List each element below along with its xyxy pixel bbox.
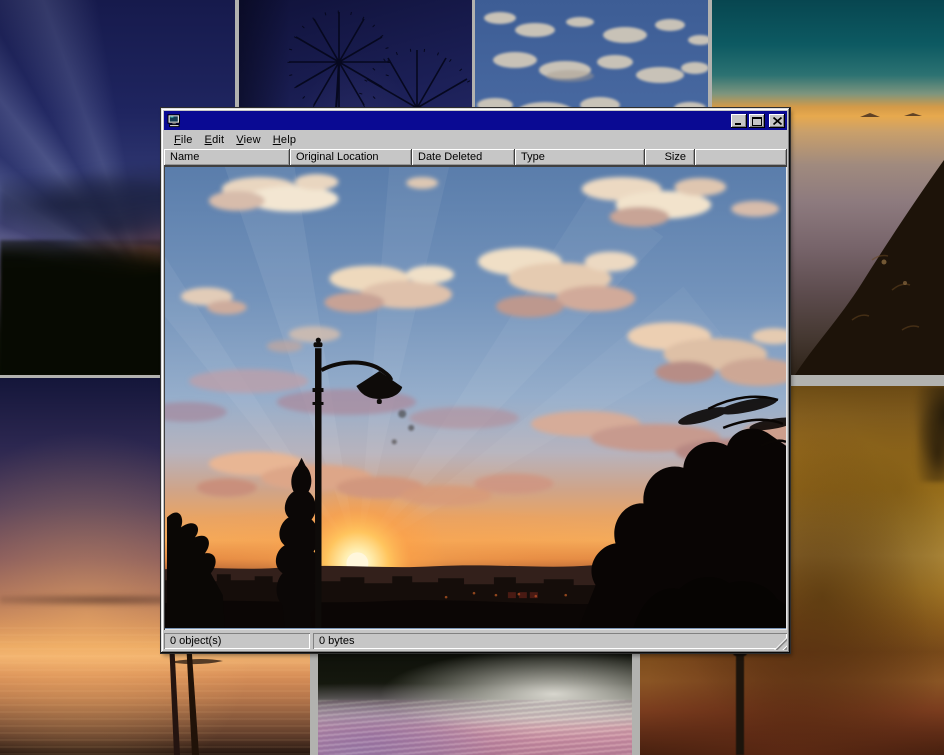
statusbar: 0 object(s) 0 bytes bbox=[164, 632, 787, 650]
recycle-bin-window: File Edit View Help Name Original Locati… bbox=[161, 108, 790, 653]
menu-help[interactable]: Help bbox=[267, 132, 302, 148]
maximize-icon bbox=[752, 117, 762, 126]
menu-file[interactable]: File bbox=[168, 132, 199, 148]
column-header-date-deleted[interactable]: Date Deleted bbox=[412, 149, 515, 166]
column-headers: Name Original Location Date Deleted Type… bbox=[164, 149, 787, 166]
titlebar[interactable] bbox=[164, 111, 787, 130]
desktop: File Edit View Help Name Original Locati… bbox=[0, 0, 944, 755]
close-button[interactable] bbox=[769, 114, 785, 128]
menu-edit[interactable]: Edit bbox=[199, 132, 231, 148]
column-header-original-location[interactable]: Original Location bbox=[290, 149, 412, 166]
close-icon bbox=[773, 117, 782, 125]
column-header-spacer[interactable] bbox=[695, 149, 787, 166]
column-header-size[interactable]: Size bbox=[645, 149, 695, 166]
status-objects: 0 object(s) bbox=[164, 633, 310, 649]
file-list-area[interactable] bbox=[164, 166, 787, 630]
column-header-name[interactable]: Name bbox=[164, 149, 290, 166]
menubar: File Edit View Help bbox=[164, 131, 787, 149]
corner-branch-silhouette bbox=[910, 386, 944, 482]
column-header-type[interactable]: Type bbox=[515, 149, 645, 166]
maximize-button[interactable] bbox=[749, 114, 765, 128]
status-bytes: 0 bytes bbox=[313, 633, 787, 649]
menu-view[interactable]: View bbox=[230, 132, 266, 148]
minimize-icon bbox=[735, 123, 741, 125]
computer-icon[interactable] bbox=[167, 114, 182, 128]
sunset-lamp-photo bbox=[165, 167, 786, 628]
pink-ripples bbox=[318, 700, 632, 755]
minimize-button[interactable] bbox=[731, 114, 747, 128]
water-reflection-photo bbox=[318, 650, 632, 755]
